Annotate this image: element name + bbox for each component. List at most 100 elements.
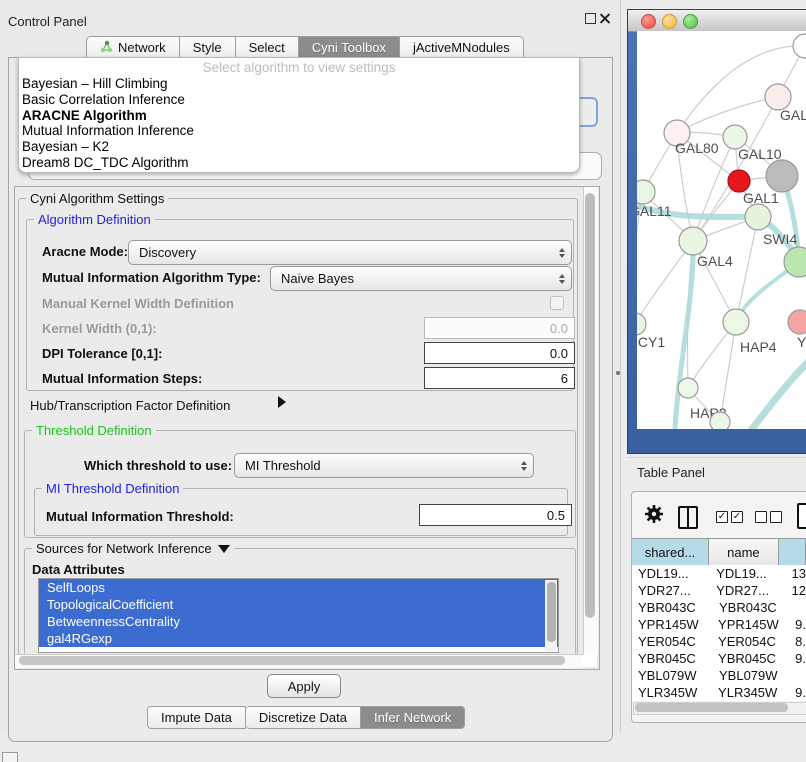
network-edge-highlighted[interactable] <box>752 361 806 429</box>
node-label: GCY1 <box>637 334 665 350</box>
algorithm-option-mutual-information-inference[interactable]: Mutual Information Inference <box>19 123 579 139</box>
tab-jactivemnodules[interactable]: jActiveMNodules <box>400 36 524 59</box>
unchecked-checkbox-icon[interactable] <box>755 511 767 523</box>
sources-group-title[interactable]: Sources for Network Inference <box>32 541 234 556</box>
network-node-hap4[interactable] <box>723 309 749 335</box>
table-cell: YER054C <box>632 633 716 650</box>
column-header-2[interactable] <box>779 539 806 565</box>
list-scrollbar[interactable] <box>545 580 557 651</box>
table-cell: YBL079W <box>632 667 717 684</box>
algorithm-definition-title: Algorithm Definition <box>34 212 155 227</box>
panel-divider-handle[interactable] <box>616 371 620 375</box>
apply-button[interactable]: Apply <box>267 674 341 698</box>
kernel-width-field[interactable]: 0.0 <box>424 317 575 339</box>
bottom-tab-infer-network[interactable]: Infer Network <box>361 706 465 729</box>
mi-steps-label: Mutual Information Steps: <box>42 371 202 386</box>
horizontal-scrollbar-thumb[interactable] <box>19 656 565 665</box>
mi-type-select[interactable]: Naive Bayes <box>270 266 572 291</box>
float-window-icon[interactable] <box>585 13 596 24</box>
tab-label: Network <box>118 40 166 55</box>
network-node-swi4[interactable] <box>745 204 771 230</box>
column-header-shared-[interactable]: shared... <box>632 539 709 565</box>
table-row[interactable]: YDR27...YDR27...12 <box>632 582 806 599</box>
unchecked-checkbox-icon[interactable] <box>770 511 782 523</box>
attribute-item-gal4rgexp[interactable]: gal4RGexp <box>39 630 558 647</box>
table-cell: 9. <box>792 616 806 633</box>
aracne-mode-select[interactable]: Discovery <box>128 240 572 265</box>
network-node[interactable] <box>766 160 798 192</box>
mi-steps-field[interactable]: 6 <box>424 367 575 389</box>
node-label: GAL80 <box>675 140 719 156</box>
table-cell: YBR043C <box>632 599 717 616</box>
manual-kernel-checkbox[interactable] <box>550 296 564 310</box>
bottom-tab-discretize-data[interactable]: Discretize Data <box>246 706 361 729</box>
minimize-traffic-light-icon[interactable] <box>662 14 677 29</box>
zoom-traffic-light-icon[interactable] <box>683 14 698 29</box>
scrollbar-corner <box>583 654 597 667</box>
algorithm-option-bayesian-hill-climbing[interactable]: Bayesian – Hill Climbing <box>19 76 579 92</box>
table-cell: 9. <box>792 650 806 667</box>
table-rows: YDL19...YDL19...13YDR27...YDR27...12YBR0… <box>632 565 806 701</box>
tab-network[interactable]: Network <box>86 36 180 59</box>
table-cell: 13 <box>789 565 806 582</box>
bottom-tab-impute-data[interactable]: Impute Data <box>147 706 246 729</box>
network-canvas[interactable]: GALGAL80GAL10GAL1GAL11SWI4GAL4GCY1HAP4YH… <box>637 31 806 429</box>
network-node-gal1[interactable] <box>728 170 750 192</box>
table-row[interactable]: YDL19...YDL19...13 <box>632 565 806 582</box>
table-row[interactable]: YLR345WYLR345W9. <box>632 684 806 701</box>
network-node[interactable] <box>710 412 730 429</box>
attribute-item-topologicalcoefficient[interactable]: TopologicalCoefficient <box>39 596 558 613</box>
table-cell: YDR27... <box>632 582 714 599</box>
bottom-tab-label: Discretize Data <box>259 710 347 725</box>
table-row[interactable]: YER054CYER054C8. <box>632 633 806 650</box>
column-header-name[interactable]: name <box>709 539 779 565</box>
table-cell: YBR043C <box>717 599 794 616</box>
mi-threshold-field[interactable]: 0.5 <box>419 504 572 526</box>
attribute-item-betweennesscentrality[interactable]: BetweennessCentrality <box>39 613 558 630</box>
tab-style[interactable]: Style <box>180 36 236 59</box>
table-cell: YDR27... <box>714 582 788 599</box>
network-node-y[interactable] <box>788 310 806 334</box>
table-row[interactable]: YBR043CYBR043C <box>632 599 806 616</box>
algorithm-option-dream8-dc-tdc-algorithm[interactable]: Dream8 DC_TDC Algorithm <box>19 155 579 171</box>
vertical-scrollbar-thumb[interactable] <box>585 193 595 618</box>
table-row[interactable]: YBR045CYBR045C9. <box>632 650 806 667</box>
network-edge-highlighted[interactable] <box>675 241 693 429</box>
network-node-gal4[interactable] <box>679 227 707 255</box>
network-edge[interactable] <box>637 241 693 324</box>
split-pane-icon[interactable] <box>678 506 698 529</box>
checked-checkbox-icon[interactable]: ✓ <box>731 511 743 523</box>
list-scrollbar-thumb[interactable] <box>547 582 556 642</box>
table-row[interactable]: YBL079WYBL079W <box>632 667 806 684</box>
table-row[interactable]: YPR145WYPR145W9. <box>632 616 806 633</box>
hub-definition-label[interactable]: Hub/Transcription Factor Definition <box>30 398 230 413</box>
checked-checkbox-icon[interactable]: ✓ <box>716 511 728 523</box>
close-traffic-light-icon[interactable] <box>641 14 656 29</box>
algorithm-option-bayesian-k2[interactable]: Bayesian – K2 <box>19 139 579 155</box>
restore-panel-icon[interactable] <box>2 752 18 762</box>
tab-cyni-toolbox[interactable]: Cyni Toolbox <box>299 36 400 59</box>
which-threshold-select[interactable]: MI Threshold <box>234 453 534 478</box>
table-cell: YLR345W <box>716 684 792 701</box>
tab-label: jActiveMNodules <box>413 40 510 55</box>
data-attributes-list[interactable]: SelfLoopsTopologicalCoefficientBetweenne… <box>38 578 559 653</box>
spinner-icon <box>553 274 571 284</box>
attribute-item-selfloops[interactable]: SelfLoops <box>39 579 558 596</box>
close-icon[interactable] <box>599 12 611 24</box>
expand-arrow-icon[interactable] <box>278 396 286 408</box>
network-node[interactable] <box>793 34 806 58</box>
algorithm-option-basic-correlation-inference[interactable]: Basic Correlation Inference <box>19 92 579 108</box>
tab-select[interactable]: Select <box>236 36 299 59</box>
network-node-gcy1[interactable] <box>637 313 646 335</box>
network-node-gal11[interactable] <box>637 180 655 204</box>
table-cell: YDL19... <box>714 565 788 582</box>
network-node-hap2[interactable] <box>678 378 698 398</box>
data-attributes-label: Data Attributes <box>32 562 125 577</box>
document-icon[interactable] <box>797 503 806 529</box>
algorithm-option-aracne-algorithm[interactable]: ARACNE Algorithm <box>19 108 579 124</box>
dpi-tolerance-field[interactable]: 0.0 <box>424 342 575 364</box>
bottom-tab-label: Infer Network <box>374 710 451 725</box>
network-icon <box>100 40 113 56</box>
gear-icon[interactable] <box>644 504 664 527</box>
table-horizontal-scrollbar-thumb[interactable] <box>635 703 788 712</box>
